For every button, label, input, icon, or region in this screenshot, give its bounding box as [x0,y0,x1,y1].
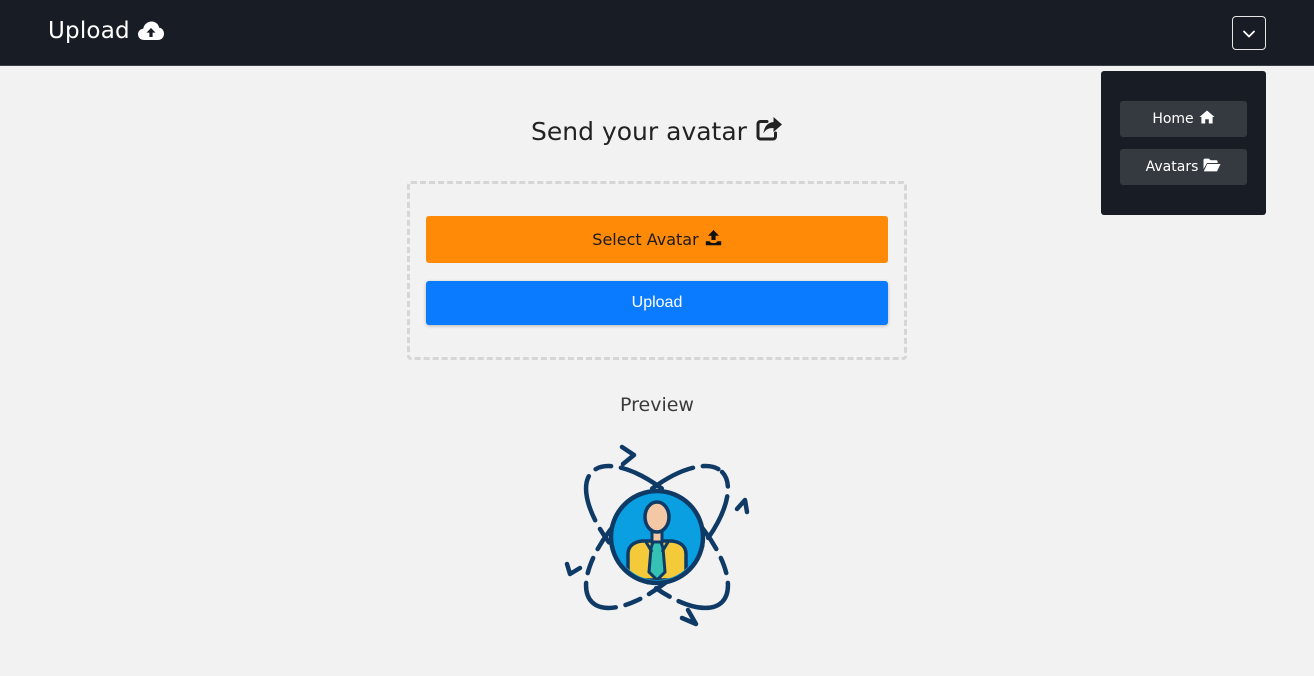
top-navbar: Upload [0,0,1314,66]
select-avatar-button[interactable]: Select Avatar [426,216,888,263]
menu-item-avatars[interactable]: Avatars [1120,149,1247,185]
select-avatar-label: Select Avatar [592,230,699,249]
preview-heading: Preview [620,394,694,416]
cloud-upload-icon [137,20,165,42]
page-title: Send your avatar [0,116,1314,147]
upload-icon [705,229,722,250]
brand[interactable]: Upload [48,18,165,44]
folder-open-icon [1203,158,1221,176]
page-title-text: Send your avatar [531,117,747,146]
menu-toggle-button[interactable] [1232,16,1266,50]
upload-dropzone[interactable] [407,181,907,360]
avatar-person-icon [562,442,752,632]
menu-item-label: Avatars [1145,159,1199,175]
share-square-icon [756,116,783,147]
upload-button[interactable]: Upload [426,281,888,325]
chevron-down-icon [1242,24,1256,43]
brand-label: Upload [48,18,130,44]
